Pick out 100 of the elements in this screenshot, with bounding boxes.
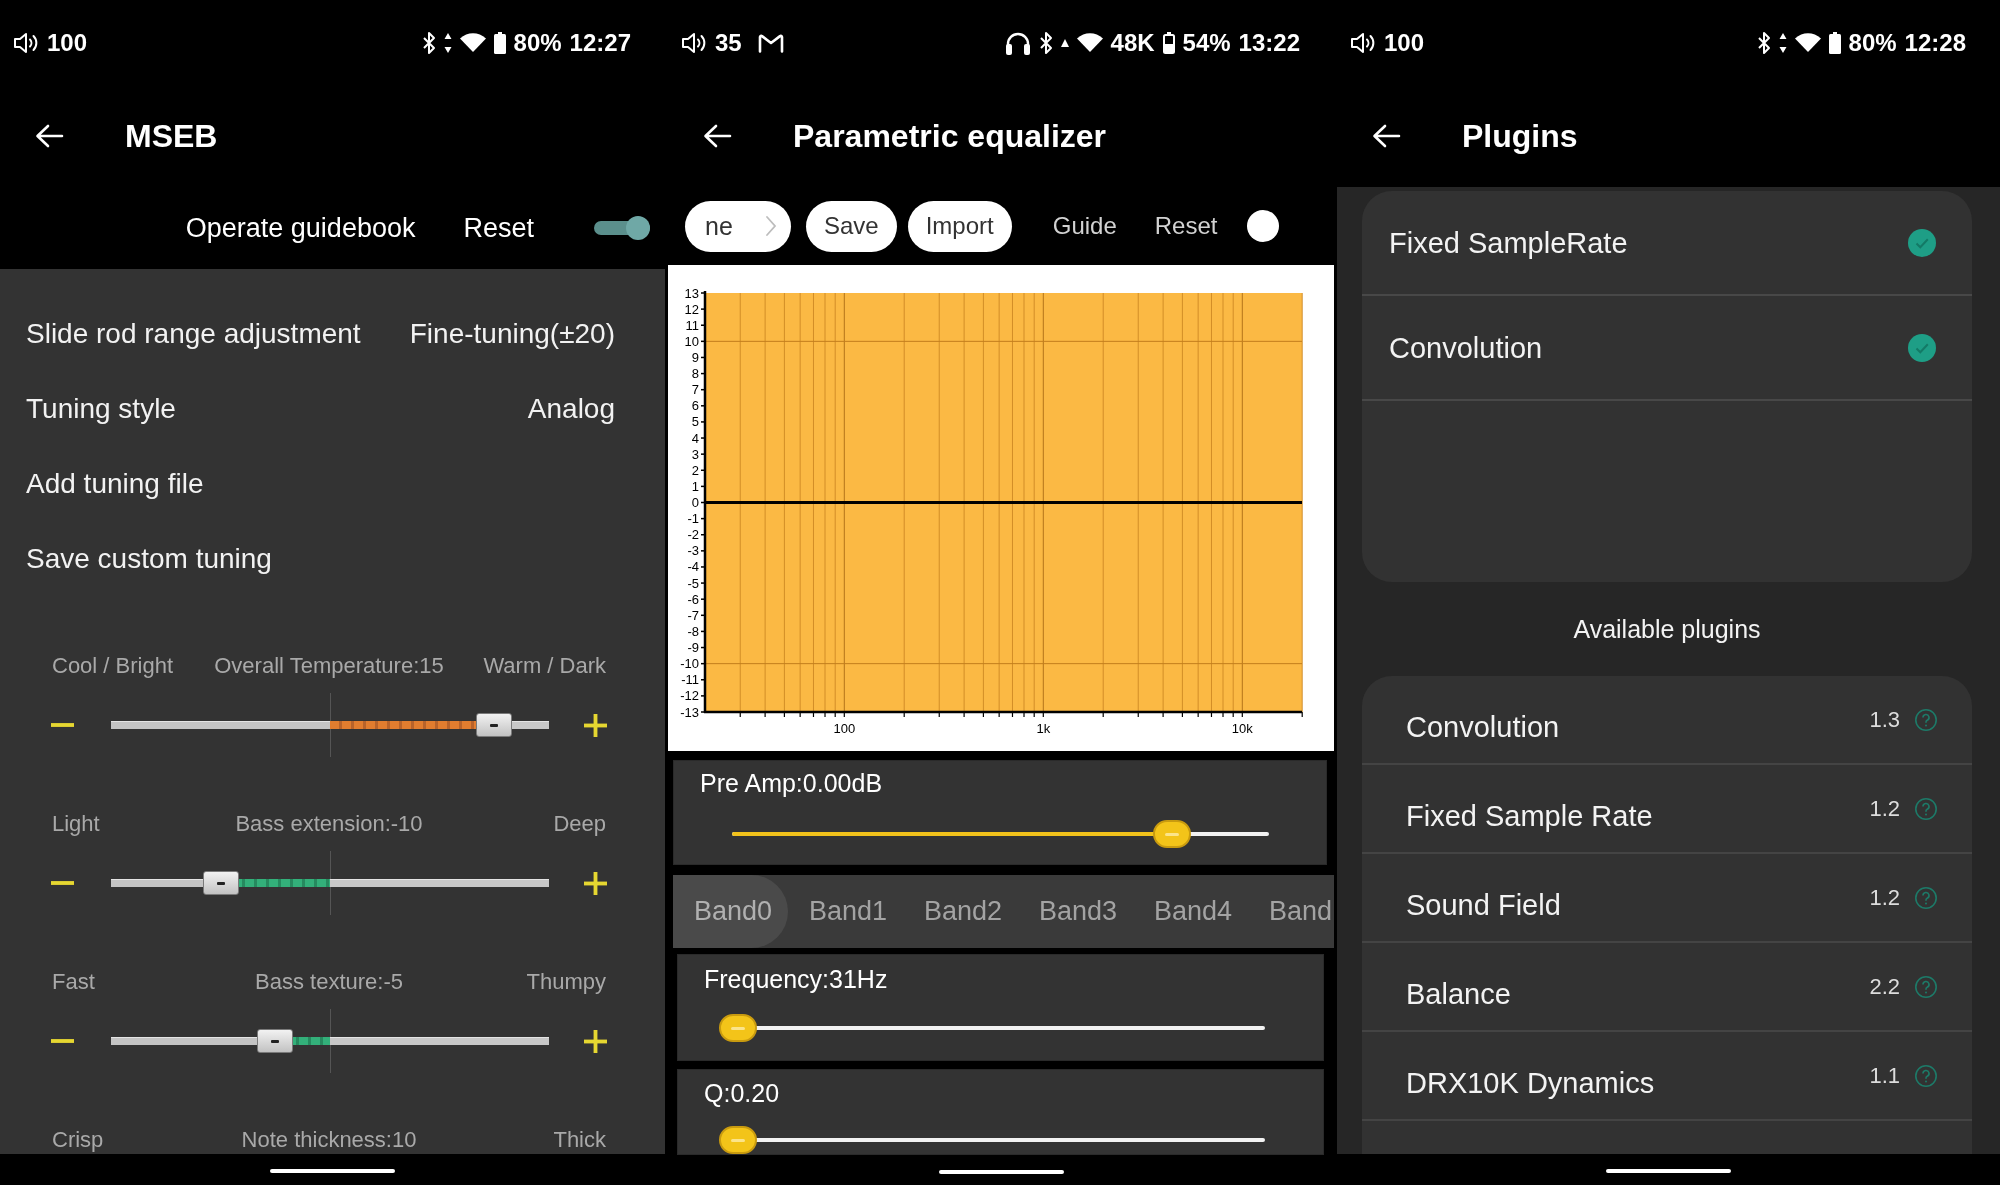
help-icon[interactable] <box>1915 975 1937 998</box>
setting-value[interactable]: Analog <box>527 391 615 426</box>
help-icon[interactable] <box>1915 886 1937 909</box>
reset-button[interactable]: Reset <box>463 212 534 244</box>
slider-end-label: Thumpy <box>526 968 606 996</box>
plugin-name[interactable]: Sound Field <box>1406 887 1870 922</box>
toggle-knob[interactable] <box>1247 210 1280 242</box>
y-tick-label: 13 <box>684 285 699 301</box>
slider-track[interactable] <box>111 713 549 737</box>
band-tab[interactable]: Band <box>1248 875 1334 948</box>
back-arrow-icon[interactable] <box>702 123 732 149</box>
bluetooth-icon <box>1756 30 1771 55</box>
setting-label[interactable]: Tuning style <box>26 391 176 426</box>
y-tick-label: -9 <box>687 640 699 656</box>
y-tick-label: -11 <box>681 672 699 688</box>
setting-label[interactable]: Slide rod range adjustment <box>26 316 361 351</box>
slider-end-label: Crisp <box>52 1126 104 1154</box>
volume-level: 100 <box>1384 28 1425 57</box>
guide-button[interactable]: Operate guidebook <box>185 212 416 244</box>
y-tick-label: -8 <box>687 623 699 639</box>
toolbar-link[interactable]: Reset <box>1154 210 1218 242</box>
x-tick-label: 100 <box>833 721 856 736</box>
battery-icon <box>493 31 506 54</box>
version-number: 1.2 <box>1869 884 1900 911</box>
version-number: 1.3 <box>1869 706 1900 733</box>
volume-level: 35 <box>715 28 742 57</box>
plugin-name[interactable]: Fixed Sample Rate <box>1406 798 1870 833</box>
y-tick-label: 11 <box>685 317 699 333</box>
battery-percentage: 54% <box>1182 28 1231 57</box>
wifi-icon <box>1076 33 1103 52</box>
check-circle-icon[interactable] <box>1908 228 1936 257</box>
y-tick-label: -5 <box>687 575 699 591</box>
up-arrow-icon <box>1060 38 1069 47</box>
screen-title: Plugins <box>1462 117 1578 156</box>
clock-time: 12:28 <box>1904 28 1966 57</box>
help-icon[interactable] <box>1915 1064 1937 1087</box>
plus-icon[interactable] <box>584 713 607 737</box>
plugin-name[interactable]: Convolution <box>1389 330 1543 365</box>
setting-label[interactable]: Add tuning file <box>26 466 204 501</box>
updown-arrows-icon <box>1778 31 1787 54</box>
plus-icon[interactable] <box>584 871 607 895</box>
y-tick-label: 7 <box>691 382 699 398</box>
bluetooth-icon <box>1038 30 1053 55</box>
slider-track[interactable] <box>111 1029 549 1053</box>
plus-icon[interactable] <box>584 1029 607 1053</box>
wifi-icon <box>459 33 486 52</box>
back-arrow-icon[interactable] <box>1371 123 1401 149</box>
slider-end-label: Warm / Dark <box>483 652 606 680</box>
slider-track[interactable] <box>111 871 549 895</box>
y-tick-label: 5 <box>691 414 699 430</box>
y-tick-label: 12 <box>684 301 699 317</box>
y-tick-label: 0 <box>691 495 699 510</box>
y-tick-label: -12 <box>680 688 699 704</box>
back-arrow-icon[interactable] <box>34 123 64 149</box>
toolbar-button[interactable]: Import <box>907 200 1012 252</box>
mail-icon <box>757 32 784 53</box>
band-tab[interactable]: Band2 <box>903 875 1018 948</box>
chevron-right-icon <box>765 215 777 237</box>
x-tick-label: 10k <box>1231 721 1253 736</box>
battery-percentage: 80% <box>1848 28 1897 57</box>
y-tick-label: -7 <box>687 607 699 623</box>
slider-thumb[interactable] <box>719 1014 757 1042</box>
setting-label[interactable]: Save custom tuning <box>26 541 272 576</box>
band-tab[interactable]: Band3 <box>1018 875 1133 948</box>
toolbar-link[interactable]: Guide <box>1052 210 1117 242</box>
slider-thumb[interactable] <box>202 871 239 895</box>
check-circle-icon[interactable] <box>1908 333 1936 362</box>
band-tab[interactable]: Band0 <box>673 875 788 948</box>
y-tick-label: 1 <box>691 478 699 494</box>
slider-thumb[interactable] <box>1153 820 1192 848</box>
slider-end-label: Cool / Bright <box>52 652 174 680</box>
toggle-switch[interactable] <box>594 216 650 240</box>
y-tick-label: -10 <box>680 656 699 672</box>
band-tab[interactable]: Band4 <box>1133 875 1248 948</box>
plugin-name[interactable]: Convolution <box>1406 709 1870 744</box>
preset-selector[interactable]: ne <box>685 200 791 252</box>
slider-thumb[interactable] <box>719 1126 757 1154</box>
clock-time: 13:22 <box>1238 28 1300 57</box>
y-tick-label: 8 <box>691 366 699 382</box>
updown-arrows-icon <box>443 31 452 54</box>
y-tick-label: 2 <box>691 462 699 478</box>
help-icon[interactable] <box>1915 797 1937 820</box>
plugin-name[interactable]: DRX10K Dynamics <box>1406 1065 1870 1100</box>
plugin-name[interactable]: Balance <box>1406 976 1870 1011</box>
y-tick-label: 9 <box>691 349 699 365</box>
slider-end-label: Light <box>52 810 100 838</box>
plugin-name[interactable]: Fixed SampleRate <box>1389 225 1628 260</box>
toolbar-button[interactable]: Save <box>806 200 897 252</box>
band-tab[interactable]: Band1 <box>788 875 903 948</box>
help-icon[interactable] <box>1915 708 1937 731</box>
slider-label: Frequency:31Hz <box>703 964 889 994</box>
slider-thumb[interactable] <box>476 713 513 737</box>
speaker-icon <box>1350 30 1376 55</box>
slider-thumb[interactable] <box>257 1029 294 1053</box>
bluetooth-icon <box>421 30 436 55</box>
x-tick-label: 1k <box>1036 721 1051 736</box>
slider-title: Overall Temperature:15 <box>214 652 444 680</box>
screen-title: MSEB <box>125 117 218 156</box>
sample-rate: 48K <box>1110 28 1155 57</box>
setting-value[interactable]: Fine-tuning(±20) <box>409 316 615 351</box>
